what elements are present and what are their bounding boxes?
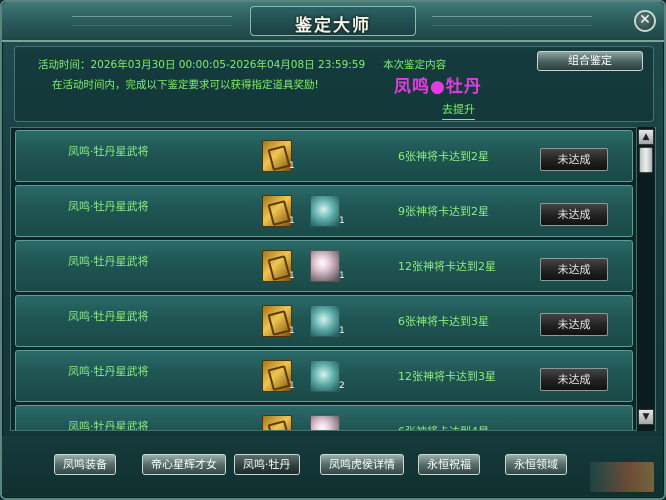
- title-ornament-right: [432, 16, 592, 26]
- upgrade-link[interactable]: 去提升: [442, 101, 475, 120]
- reward-text: 在活动时间内，完成以下鉴定要求可以获得指定道具奖励!: [52, 79, 319, 91]
- list-item: 凤鸣·牡丹星武将 1 1 12张神将卡达到2星 未达成: [15, 240, 633, 292]
- window-title: 鉴定大师: [295, 16, 371, 36]
- jade-creature-icon[interactable]: [310, 305, 340, 337]
- tab-eternal-blessing[interactable]: 永恒祝福: [418, 454, 480, 475]
- row-title: 凤鸣·牡丹星武将: [68, 310, 149, 323]
- row-title: 凤鸣·牡丹星武将: [68, 145, 149, 158]
- status-button[interactable]: 未达成: [540, 148, 608, 171]
- row-requirement: 6张神将卡达到3星: [398, 315, 489, 328]
- combo-appraisal-button[interactable]: 组合鉴定: [537, 51, 643, 71]
- item-qty: 1: [289, 161, 295, 171]
- tab-fengming-huhou[interactable]: 凤鸣虎侯详情: [320, 454, 404, 475]
- jade-creature-icon[interactable]: [310, 195, 340, 227]
- row-title: 凤鸣·牡丹星武将: [68, 365, 149, 378]
- golden-book-icon[interactable]: [262, 140, 292, 172]
- status-button[interactable]: 未达成: [540, 258, 608, 281]
- activity-info: 活动时间：2026年03月30日 00:00:05-2026年04月08日 23…: [38, 57, 446, 72]
- row-title: 凤鸣·牡丹星武将: [68, 200, 149, 213]
- list-item: 凤鸣·牡丹星武将 1 1 9张神将卡达到2星 未达成: [15, 185, 633, 237]
- title-plate: 鉴定大师: [250, 6, 416, 36]
- row-requirement: 9张神将卡达到2星: [398, 205, 489, 218]
- close-button[interactable]: ✕: [634, 10, 656, 32]
- scroll-down-icon[interactable]: ▼: [638, 409, 654, 425]
- item-qty: 1: [289, 326, 295, 336]
- golden-book-icon[interactable]: [262, 250, 292, 282]
- row-requirement: 12张神将卡达到2星: [398, 260, 496, 273]
- tab-dixin-xinghui[interactable]: 帝心星辉才女: [142, 454, 226, 475]
- scroll-up-icon[interactable]: ▲: [638, 129, 654, 145]
- scroll-thumb[interactable]: [639, 147, 653, 173]
- status-button[interactable]: 未达成: [540, 368, 608, 391]
- row-title: 凤鸣·牡丹星武将: [68, 420, 149, 431]
- item-qty: 2: [339, 381, 345, 391]
- item-qty: 1: [289, 381, 295, 391]
- item-qty: 1: [289, 271, 295, 281]
- event-name: 凤鸣●牡丹: [394, 77, 482, 97]
- golden-book-icon[interactable]: [262, 305, 292, 337]
- list-item: 凤鸣·牡丹星武将 1 6张神将卡达到2星 未达成: [15, 130, 633, 182]
- close-icon: ✕: [639, 12, 651, 28]
- list-item: 凤鸣·牡丹星武将 1 1 6张神将卡达到3星 未达成: [15, 295, 633, 347]
- title-bar: 鉴定大师 ✕: [2, 2, 664, 42]
- jade-creature-icon[interactable]: [310, 360, 340, 392]
- list-item: 凤鸣·牡丹星武将 1 2 12张神将卡达到3星 未达成: [15, 350, 633, 402]
- item-qty: 1: [289, 216, 295, 226]
- white-flower-icon[interactable]: [310, 250, 340, 282]
- activity-time: 活动时间：2026年03月30日 00:00:05-2026年04月08日 23…: [38, 59, 366, 71]
- status-button[interactable]: 未达成: [540, 203, 608, 226]
- row-requirement: 6张神将卡达到2星: [398, 150, 489, 163]
- row-requirement: 6张神将卡达到4星: [398, 423, 489, 430]
- tab-fengming-equipment[interactable]: 凤鸣装备: [54, 454, 116, 475]
- item-qty: 1: [339, 326, 345, 336]
- item-qty: 1: [339, 271, 345, 281]
- golden-book-icon[interactable]: [262, 195, 292, 227]
- row-requirement: 12张神将卡达到3星: [398, 370, 496, 383]
- golden-book-icon[interactable]: [262, 415, 292, 430]
- scrollbar[interactable]: ▲ ▼: [636, 127, 654, 431]
- list-item: 凤鸣·牡丹星武将 6张神将卡达到4星: [15, 405, 633, 431]
- lantern-decoration: [590, 462, 654, 492]
- row-title: 凤鸣·牡丹星武将: [68, 255, 149, 268]
- white-flower-icon[interactable]: [310, 415, 340, 430]
- status-button[interactable]: 未达成: [540, 313, 608, 336]
- tab-eternal-domain[interactable]: 永恒领域: [505, 454, 567, 475]
- item-qty: 1: [339, 216, 345, 226]
- requirement-list: 凤鸣·牡丹星武将 1 6张神将卡达到2星 未达成 凤鸣·牡丹星武将 1 1 9张…: [10, 127, 656, 431]
- title-ornament-left: [72, 16, 232, 26]
- content-label: 本次鉴定内容: [383, 59, 447, 71]
- tab-fengming-mudan[interactable]: 凤鸣·牡丹: [234, 454, 300, 475]
- golden-book-icon[interactable]: [262, 360, 292, 392]
